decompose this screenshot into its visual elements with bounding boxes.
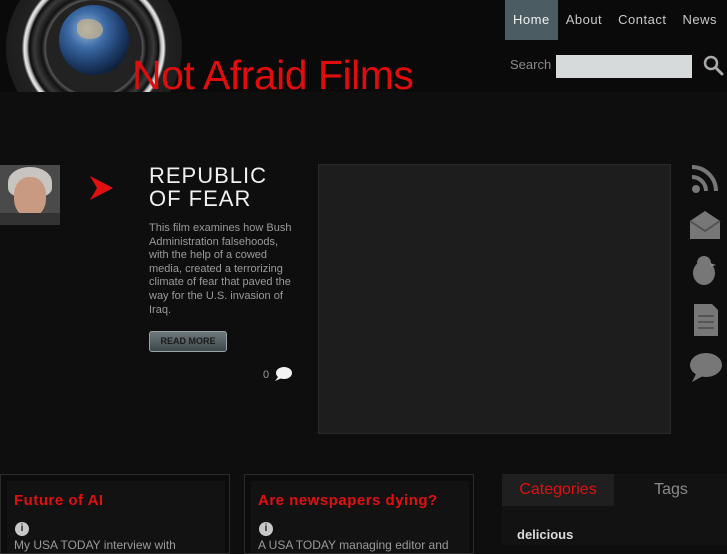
header: Not Afraid Films Home About Contact News… — [0, 0, 727, 98]
site-title[interactable]: Not Afraid Films — [132, 52, 414, 99]
main-nav: Home About Contact News — [505, 0, 725, 40]
post-card-2: Are newspapers dying? i A USA TODAY mana… — [244, 474, 474, 554]
feature-title[interactable]: REPUBLIC OF FEAR — [149, 164, 289, 210]
search-input[interactable] — [556, 55, 692, 78]
sidebar-widget: Categories Tags delicious — [502, 474, 727, 545]
feature-description: This film examines how Bush Administrati… — [149, 222, 292, 316]
search-label: Search — [510, 57, 552, 72]
document-button[interactable] — [688, 304, 724, 336]
post-title[interactable]: Future of AI — [14, 492, 104, 509]
nav-home[interactable]: Home — [505, 0, 558, 40]
magnifier-icon — [703, 55, 724, 76]
info-icon: i — [259, 522, 273, 536]
nav-about[interactable]: About — [558, 0, 610, 40]
nav-news[interactable]: News — [674, 0, 725, 40]
red-arrow-icon — [90, 176, 113, 200]
read-more-button[interactable]: READ MORE — [149, 331, 227, 352]
email-button[interactable] — [688, 209, 724, 241]
rss-button[interactable] — [688, 163, 724, 195]
earth-image — [59, 5, 129, 75]
post-card-1: Future of AI i My USA TODAY interview wi… — [0, 474, 230, 554]
video-player[interactable] — [318, 164, 671, 434]
comment-bubble-icon[interactable] — [274, 366, 292, 382]
chat-button[interactable] — [688, 352, 724, 384]
chat-bubble-icon — [690, 353, 722, 382]
info-icon: i — [15, 522, 29, 536]
rss-icon — [691, 165, 718, 193]
nav-contact[interactable]: Contact — [610, 0, 674, 40]
post-excerpt: My USA TODAY interview with — [14, 538, 176, 552]
category-link[interactable]: delicious — [517, 527, 573, 542]
twitter-button[interactable] — [688, 255, 724, 287]
comment-count[interactable]: 0 — [263, 369, 269, 381]
tab-categories[interactable]: Categories — [502, 474, 614, 506]
author-avatar — [0, 165, 60, 225]
tab-tags[interactable]: Tags — [615, 474, 727, 506]
twitter-bird-icon — [693, 256, 716, 285]
document-icon — [694, 304, 718, 336]
search-button[interactable] — [702, 54, 724, 76]
email-icon — [689, 211, 721, 239]
post-title[interactable]: Are newspapers dying? — [258, 492, 438, 509]
post-excerpt: A USA TODAY managing editor and — [258, 538, 449, 552]
